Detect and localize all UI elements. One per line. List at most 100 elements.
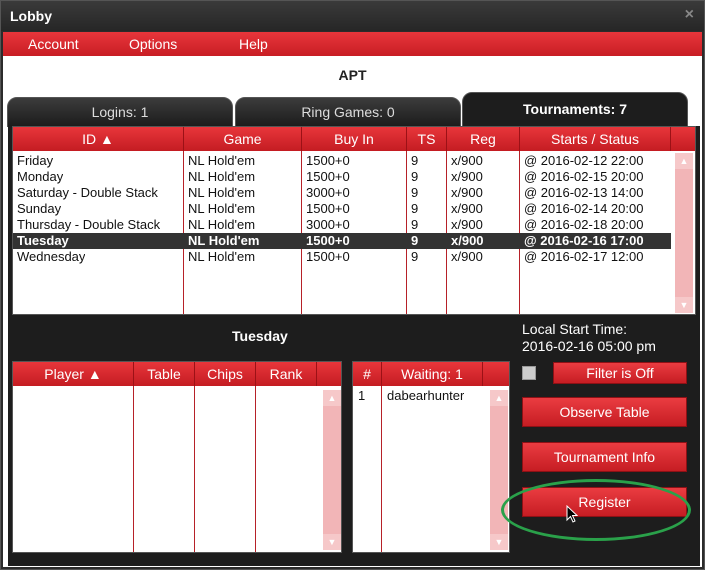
col-header-reg[interactable]: Reg [447, 127, 520, 151]
cell-game: NL Hold'em [188, 185, 256, 200]
scroll-down-icon[interactable]: ▼ [675, 297, 693, 313]
cell-buyin: 1500+0 [306, 249, 350, 264]
cell-game: NL Hold'em [188, 153, 256, 168]
table-row[interactable]: Tuesday NL Hold'em 1500+0 9 x/900 @ 2016-02-1… [13, 233, 671, 249]
col-header-game[interactable]: Game [184, 127, 302, 151]
col-header-id[interactable]: ID ▲ [13, 127, 184, 151]
cell-id: Monday [17, 169, 64, 184]
menu-help[interactable]: Help [239, 36, 268, 52]
cell-game: NL Hold'em [188, 169, 256, 184]
selected-tournament-title: Tuesday [232, 328, 288, 344]
col-header-status[interactable]: Starts / Status [520, 127, 671, 151]
cell-buyin: 3000+0 [306, 185, 350, 200]
col-header-buyin[interactable]: Buy In [302, 127, 407, 151]
page-title: APT [338, 67, 367, 83]
start-time-label: Local Start Time: [522, 321, 628, 337]
cell-game: NL Hold'em [188, 249, 256, 264]
cell-status: @ 2016-02-13 14:00 [524, 185, 644, 200]
close-icon[interactable]: × [685, 6, 694, 24]
scroll-up-icon[interactable]: ▲ [323, 390, 341, 406]
col-header-spacer [483, 362, 509, 386]
scroll-up-icon[interactable]: ▲ [675, 153, 693, 169]
waiting-scrollbar[interactable]: ▲ ▼ [490, 390, 508, 550]
title-bar[interactable]: Lobby × [1, 1, 704, 31]
cell-game: NL Hold'em [188, 217, 256, 232]
table-row[interactable]: Thursday - Double Stack NL Hold'em 3000+0 9… [13, 217, 671, 233]
cell-reg: x/900 [451, 169, 483, 184]
cell-ts: 9 [411, 233, 419, 248]
cell-buyin: 1500+0 [306, 169, 350, 184]
table-row[interactable]: Sunday NL Hold'em 1500+0 9 x/900 @ 2016-02-14… [13, 201, 671, 217]
scroll-down-icon[interactable]: ▼ [323, 534, 341, 550]
tab-ring-games[interactable]: Ring Games: 0 [235, 97, 461, 127]
cell-status: @ 2016-02-16 17:00 [524, 233, 644, 248]
cell-id: Saturday - Double Stack [17, 185, 158, 200]
cell-reg: x/900 [451, 185, 483, 200]
cell-buyin: 1500+0 [306, 233, 350, 248]
col-header-spacer [671, 127, 695, 151]
players-table: Player ▲ Table Chips Rank ▲ ▼ [12, 361, 342, 553]
filter-checkbox[interactable] [522, 366, 536, 380]
table-row[interactable]: Saturday - Double Stack NL Hold'em 3000+0 9… [13, 185, 671, 201]
lobby-window: Lobby × Account Options Help APT Logins:… [0, 0, 705, 570]
table-row[interactable]: Wednesday NL Hold'em 1500+0 9 x/900 @ 2016-02… [13, 249, 671, 265]
col-header-table[interactable]: Table [134, 362, 195, 386]
start-time-value: 2016-02-16 05:00 pm [522, 338, 656, 354]
cell-ts: 9 [411, 201, 419, 216]
col-header-number[interactable]: # [353, 362, 382, 386]
cell-status: @ 2016-02-17 12:00 [524, 249, 644, 264]
cell-id: Thursday - Double Stack [17, 217, 161, 232]
tournament-info-button[interactable]: Tournament Info [522, 442, 687, 472]
cell-buyin: 1500+0 [306, 201, 350, 216]
col-header-waiting[interactable]: Waiting: 1 [382, 362, 483, 386]
cell-ts: 9 [411, 217, 419, 232]
tournament-scrollbar[interactable]: ▲ ▼ [675, 153, 693, 313]
menu-account[interactable]: Account [28, 36, 79, 52]
column-divider [133, 386, 134, 552]
table-row[interactable]: Monday NL Hold'em 1500+0 9 x/900 @ 2016-02-15… [13, 169, 671, 185]
col-header-ts[interactable]: TS [407, 127, 447, 151]
cell-game: NL Hold'em [188, 233, 260, 248]
cell-reg: x/900 [451, 153, 483, 168]
col-header-chips[interactable]: Chips [195, 362, 256, 386]
col-header-spacer [317, 362, 341, 386]
cell-game: NL Hold'em [188, 201, 256, 216]
tab-tournaments[interactable]: Tournaments: 7 [462, 92, 688, 127]
cell-buyin: 1500+0 [306, 153, 350, 168]
cell-status: @ 2016-02-15 20:00 [524, 169, 644, 184]
column-divider [381, 386, 382, 552]
cell-reg: x/900 [451, 217, 483, 232]
cell-id: Wednesday [17, 249, 86, 264]
table-row[interactable]: Friday NL Hold'em 1500+0 9 x/900 @ 2016-02-12… [13, 153, 671, 169]
tab-logins[interactable]: Logins: 1 [7, 97, 233, 127]
waiting-number: 1 [358, 388, 366, 403]
column-divider [255, 386, 256, 552]
cell-status: @ 2016-02-14 20:00 [524, 201, 644, 216]
waiting-table: # Waiting: 1 1 dabearhunter ▲ ▼ [352, 361, 510, 553]
cell-ts: 9 [411, 169, 419, 184]
cell-ts: 9 [411, 249, 419, 264]
cell-buyin: 3000+0 [306, 217, 350, 232]
col-header-player[interactable]: Player ▲ [13, 362, 134, 386]
waiting-player-name: dabearhunter [387, 388, 465, 403]
list-item[interactable]: 1 dabearhunter [353, 388, 483, 404]
cell-ts: 9 [411, 153, 419, 168]
menu-bar: Account Options Help [3, 32, 702, 56]
cell-status: @ 2016-02-12 22:00 [524, 153, 644, 168]
cell-id: Tuesday [17, 233, 69, 248]
cell-id: Sunday [17, 201, 62, 216]
filter-button[interactable]: Filter is Off [553, 362, 687, 384]
cell-ts: 9 [411, 185, 419, 200]
observe-table-button[interactable]: Observe Table [522, 397, 687, 427]
players-scrollbar[interactable]: ▲ ▼ [323, 390, 341, 550]
cell-status: @ 2016-02-18 20:00 [524, 217, 644, 232]
col-header-rank[interactable]: Rank [256, 362, 317, 386]
scroll-down-icon[interactable]: ▼ [490, 534, 508, 550]
menu-options[interactable]: Options [129, 36, 177, 52]
scroll-up-icon[interactable]: ▲ [490, 390, 508, 406]
tournament-table: ID ▲ Game Buy In TS Reg Starts / Status … [12, 126, 696, 315]
cell-reg: x/900 [451, 201, 483, 216]
mouse-cursor-icon [566, 505, 578, 523]
column-divider [194, 386, 195, 552]
cell-reg: x/900 [451, 233, 484, 248]
